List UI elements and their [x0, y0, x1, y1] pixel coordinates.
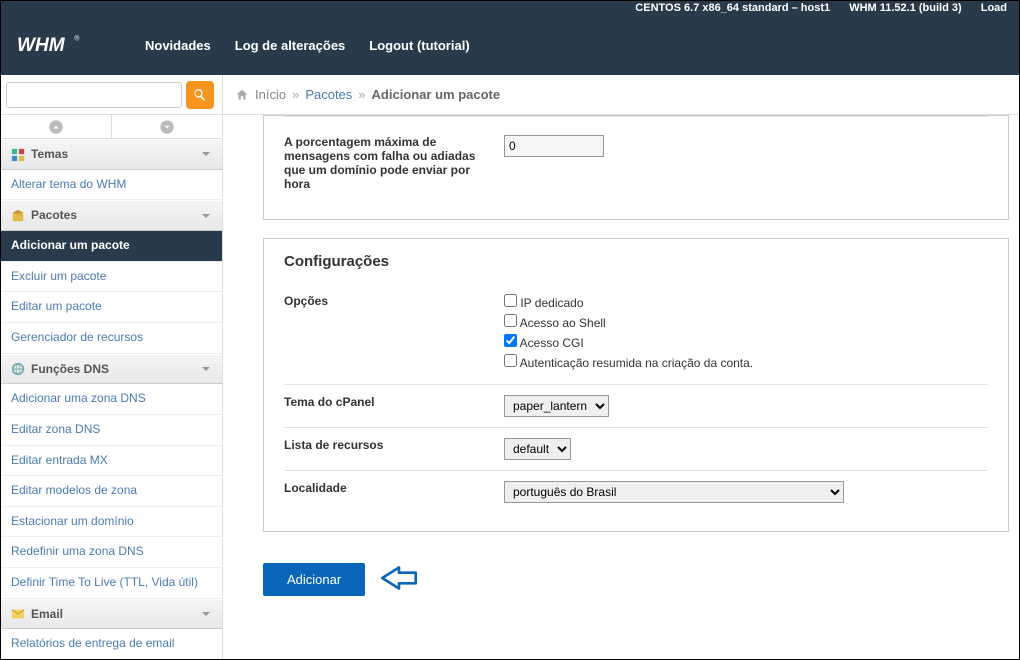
arrow-left-icon — [377, 560, 421, 599]
expand-all-button[interactable] — [112, 115, 222, 138]
tema-select[interactable]: paper_lantern — [504, 395, 609, 417]
adicionar-button[interactable]: Adicionar — [263, 563, 365, 596]
sidebar-group-email[interactable]: Email — [1, 599, 222, 630]
search-input[interactable] — [6, 82, 182, 108]
sidebar-item-relatorios[interactable]: Relatórios de entrega de email — [1, 629, 222, 659]
checkbox-ip-dedicado[interactable] — [504, 294, 517, 307]
pct-input[interactable] — [504, 135, 604, 157]
breadcrumb-home[interactable]: Início — [255, 87, 286, 102]
sidebar: Temas Alterar tema do WHM Pacotes Adicio… — [1, 115, 223, 659]
status-os: CENTOS 6.7 x86_64 standard – host1 — [635, 2, 830, 14]
svg-text:WHM: WHM — [17, 35, 66, 56]
lista-label: Lista de recursos — [284, 438, 504, 452]
arrow-down-circle-icon — [159, 119, 175, 135]
chevron-down-icon — [200, 148, 212, 160]
email-icon — [11, 607, 25, 621]
sidebar-item-redefinir[interactable]: Redefinir uma zona DNS — [1, 537, 222, 568]
status-load: Load — [981, 2, 1007, 14]
sidebar-item-ttl[interactable]: Definir Time To Live (TTL, Vida útil) — [1, 568, 222, 599]
sidebar-item-edit-modelos[interactable]: Editar modelos de zona — [1, 476, 222, 507]
search-wrap — [1, 75, 223, 114]
sub-bar: Início » Pacotes » Adicionar um pacote — [1, 75, 1019, 115]
package-icon — [11, 209, 25, 223]
home-icon — [235, 88, 249, 102]
search-button[interactable] — [186, 81, 214, 109]
nav-logout[interactable]: Logout (tutorial) — [369, 38, 469, 53]
lista-select[interactable]: default — [504, 438, 571, 460]
status-bar: CENTOS 6.7 x86_64 standard – host1 WHM 1… — [1, 1, 1019, 15]
sidebar-item-edit-mx[interactable]: Editar entrada MX — [1, 446, 222, 477]
breadcrumb-current: Adicionar um pacote — [372, 87, 501, 102]
checkbox-cgi[interactable] — [504, 334, 517, 347]
sidebar-item-estacionar[interactable]: Estacionar um domínio — [1, 507, 222, 538]
config-title: Configurações — [264, 239, 1008, 270]
checkbox-auth[interactable] — [504, 354, 517, 367]
opcoes-label: Opções — [284, 294, 504, 308]
theme-icon — [11, 148, 25, 162]
sidebar-item-alterar-tema[interactable]: Alterar tema do WHM — [1, 170, 222, 201]
main-content: A porcentagem máxima de mensagens com fa… — [223, 115, 1019, 659]
checkbox-shell[interactable] — [504, 314, 517, 327]
nav-log[interactable]: Log de alterações — [235, 38, 346, 53]
chevron-down-icon — [200, 210, 212, 222]
sidebar-item-add-zona[interactable]: Adicionar uma zona DNS — [1, 384, 222, 415]
sidebar-group-temas[interactable]: Temas — [1, 139, 222, 170]
search-icon — [192, 87, 208, 103]
whm-logo[interactable]: WHM ® — [17, 30, 121, 60]
status-version: WHM 11.52.1 (build 3) — [849, 2, 961, 14]
breadcrumb: Início » Pacotes » Adicionar um pacote — [223, 75, 1019, 114]
chevron-down-icon — [200, 608, 212, 620]
collapse-all-button[interactable] — [1, 115, 112, 138]
nav-novidades[interactable]: Novidades — [145, 38, 211, 53]
sidebar-item-gerenciador[interactable]: Gerenciador de recursos — [1, 323, 222, 354]
locale-select[interactable]: português do Brasil — [504, 481, 844, 503]
sidebar-item-adicionar-pacote[interactable]: Adicionar um pacote — [1, 231, 222, 262]
locale-label: Localidade — [284, 481, 504, 495]
dns-icon — [11, 362, 25, 376]
sidebar-group-dns[interactable]: Funções DNS — [1, 354, 222, 385]
chevron-down-icon — [200, 363, 212, 375]
sidebar-item-editar-pacote[interactable]: Editar um pacote — [1, 292, 222, 323]
svg-text:®: ® — [74, 35, 79, 43]
sidebar-item-edit-zona[interactable]: Editar zona DNS — [1, 415, 222, 446]
tema-label: Tema do cPanel — [284, 395, 504, 409]
breadcrumb-pacotes[interactable]: Pacotes — [305, 87, 352, 102]
arrow-up-circle-icon — [48, 119, 64, 135]
pct-label: A porcentagem máxima de mensagens com fa… — [284, 135, 504, 191]
sidebar-item-excluir-pacote[interactable]: Excluir um pacote — [1, 262, 222, 293]
top-nav: WHM ® Novidades Log de alterações Logout … — [1, 15, 1019, 75]
sidebar-group-pacotes[interactable]: Pacotes — [1, 200, 222, 231]
